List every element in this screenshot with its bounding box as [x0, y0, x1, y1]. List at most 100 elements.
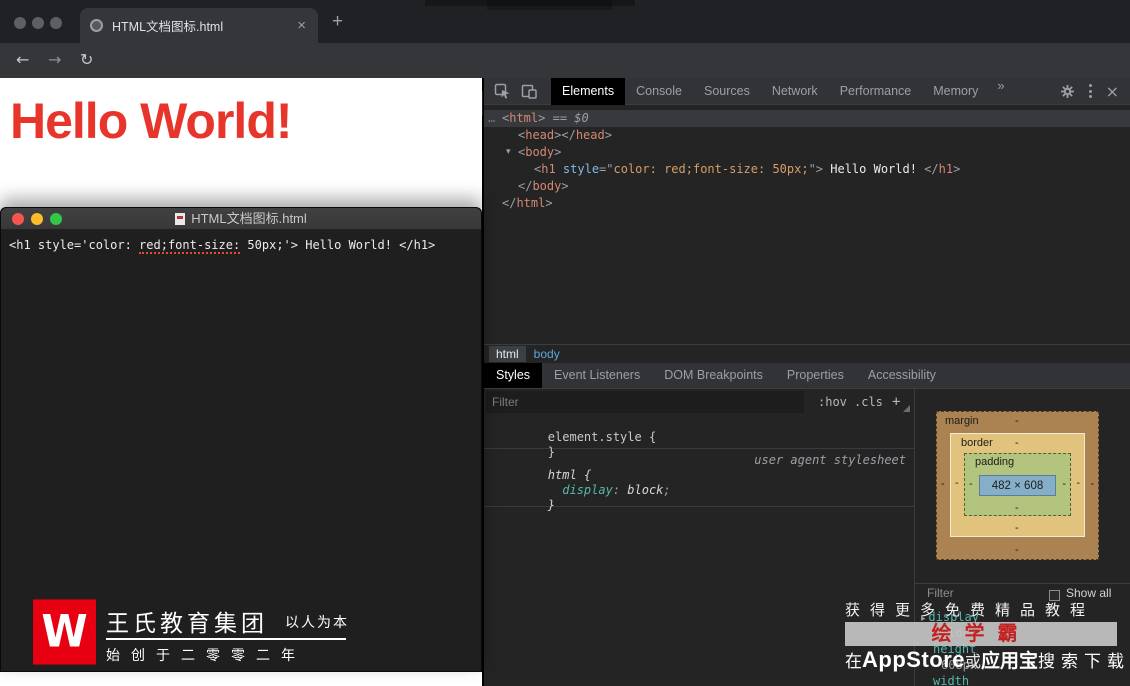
computed-filter-input[interactable]: Filter [927, 586, 954, 600]
tab-title: HTML文档图标.html [112, 20, 224, 34]
dom-tree-row[interactable]: <head></head> [484, 127, 1130, 144]
page-heading: Hello World! [10, 93, 293, 149]
styles-filter-input[interactable]: Filter [486, 391, 804, 413]
window-minimize-button[interactable] [32, 17, 44, 29]
dom-tree-row[interactable]: ▾ <body> [484, 144, 1130, 161]
window-close-button[interactable] [14, 17, 26, 29]
tab-accessibility[interactable]: Accessibility [856, 363, 948, 388]
dom-token: </ [518, 179, 533, 193]
inspect-element-icon[interactable] [494, 83, 511, 99]
more-tabs-icon[interactable]: » [989, 78, 1012, 105]
dom-tree-row[interactable]: </html> [484, 195, 1130, 212]
toggle-class-button[interactable]: .cls [854, 389, 883, 415]
dom-token: == $0 [545, 111, 589, 125]
dom-token: head [525, 128, 555, 142]
screen: HTML文档图标.html × + ← → ↻ i 文件 | /Users/wu… [0, 0, 1130, 686]
box-model-border[interactable]: border - - - - padding - - - 482 × 608 [950, 433, 1085, 537]
box-model-content[interactable]: 482 × 608 [979, 475, 1056, 496]
styles-filter-row: Filter :hov .cls + [484, 389, 914, 415]
tab-event-listeners[interactable]: Event Listeners [542, 363, 652, 388]
new-style-rule-button[interactable]: + [892, 389, 900, 415]
computed-properties-list: ▸ display block height 608px width [921, 609, 1126, 686]
texteditor-window: HTML文档图标.html <h1 style='color: red;font… [0, 207, 482, 672]
devtools-tab-network[interactable]: Network [761, 78, 829, 105]
spellcheck-underline: red;font-size: [139, 238, 241, 254]
computed-property-row[interactable]: ▸ display [921, 609, 1126, 625]
devtools-tab-memory[interactable]: Memory [922, 78, 989, 105]
styles-pane: element.style { } html { user agent styl… [484, 415, 914, 586]
devtools-toolbar-right: × [1050, 82, 1130, 101]
texteditor-titlebar[interactable]: HTML文档图标.html [1, 208, 481, 230]
back-button[interactable]: ← [16, 50, 29, 69]
dom-token: h1 [541, 162, 556, 176]
dom-token: body [525, 145, 555, 159]
new-tab-button[interactable]: + [332, 12, 343, 31]
sidebar-tabs: Styles Event Listeners DOM Breakpoints P… [484, 363, 1130, 389]
devtools-menu-icon[interactable] [1088, 84, 1092, 98]
devtools-tab-sources[interactable]: Sources [693, 78, 761, 105]
devtools-panel: Elements Console Sources Network Perform… [483, 77, 1130, 686]
tab-dom-breakpoints[interactable]: DOM Breakpoints [652, 363, 775, 388]
tree-expand-arrow-icon[interactable]: ▾ [506, 144, 511, 161]
tab-close-icon[interactable]: × [295, 18, 308, 33]
dom-token: > [604, 128, 612, 142]
computed-property-name: width [933, 674, 970, 686]
settings-gear-icon[interactable] [1060, 84, 1075, 99]
logo-divider-line [106, 638, 346, 640]
dom-token: html [509, 111, 539, 125]
logo-name: 王氏教育集团 [106, 610, 268, 636]
devtools-tab-console[interactable]: Console [625, 78, 693, 105]
device-toolbar-icon[interactable] [521, 83, 537, 99]
education-group-logo: W 王氏教育集团 以人为本 始创于二零零二年 [33, 599, 363, 667]
dom-token: "> [808, 162, 824, 176]
dom-breadcrumb: html body [484, 344, 1130, 363]
computed-pane: margin - - - - border - - - - padding - … [914, 389, 1130, 686]
tab-favicon-globe-icon [90, 19, 103, 32]
dom-token: head [575, 128, 605, 142]
inline-style-rule[interactable]: element.style { [484, 415, 914, 444]
dom-tree-row[interactable]: … <html> == $0 [484, 110, 1130, 127]
devtools-tab-performance[interactable]: Performance [829, 78, 923, 105]
logo-founded-text: 始创于二零零二年 [106, 647, 306, 663]
reload-button[interactable]: ↻ [80, 50, 93, 69]
tab-styles[interactable]: Styles [484, 363, 543, 388]
dom-token: > [554, 145, 562, 159]
devtools-tab-elements[interactable]: Elements [551, 77, 626, 105]
hidden-nodes-ellipsis-icon[interactable]: … [488, 110, 495, 127]
tab-properties[interactable]: Properties [775, 363, 856, 388]
show-all-checkbox[interactable] [1049, 590, 1060, 601]
devtools-toolbar: Elements Console Sources Network Perform… [484, 77, 1130, 105]
dom-token: </ [502, 196, 517, 210]
toggle-hover-state-button[interactable]: :hov [818, 389, 847, 415]
dom-token: style [562, 162, 600, 176]
computed-property-row[interactable]: width [921, 673, 1126, 686]
top-watermark-remnant [487, 0, 612, 10]
ua-declaration[interactable]: display: block; [484, 468, 914, 497]
devtools-close-icon[interactable]: × [1106, 82, 1119, 101]
ua-stylesheet-note: user agent stylesheet [754, 453, 906, 467]
box-model-padding[interactable]: padding - - - 482 × 608 [964, 453, 1071, 516]
computed-property-name: display [928, 610, 979, 624]
dom-tree-row[interactable]: </body> [484, 178, 1130, 195]
editor-code-line[interactable]: <h1 style='color: red;font-size: 50px;'>… [9, 238, 435, 254]
dom-token: > [953, 162, 961, 176]
breadcrumb-html[interactable]: html [489, 346, 526, 362]
computed-property-row[interactable]: height [921, 641, 1126, 657]
box-model-margin[interactable]: margin - - - - border - - - - padding - … [936, 411, 1099, 560]
ua-style-rule[interactable]: html { user agent stylesheet [484, 453, 914, 482]
breadcrumb-body[interactable]: body [526, 346, 568, 362]
dom-tree-row[interactable]: <h1 style="color: red;font-size: 50px;">… [484, 161, 1130, 178]
computed-property-value: block [941, 626, 978, 640]
window-zoom-button[interactable] [50, 17, 62, 29]
computed-property-value: 608px [941, 658, 978, 672]
dom-token: Hello World! [823, 162, 925, 176]
logo-w-mark: W [33, 599, 96, 665]
panel-resize-handle[interactable] [903, 405, 910, 412]
browser-toolbar: ← → ↻ i 文件 | /Users/wuguoxing/Desktop/HT… [0, 43, 1130, 116]
dom-token: =" [599, 162, 614, 176]
forward-button[interactable]: → [48, 50, 61, 69]
logo-slogan: 以人为本 [285, 614, 349, 630]
inline-style-close: } [547, 445, 556, 459]
dom-token: h1 [938, 162, 954, 176]
browser-tab[interactable]: HTML文档图标.html × [80, 8, 318, 43]
